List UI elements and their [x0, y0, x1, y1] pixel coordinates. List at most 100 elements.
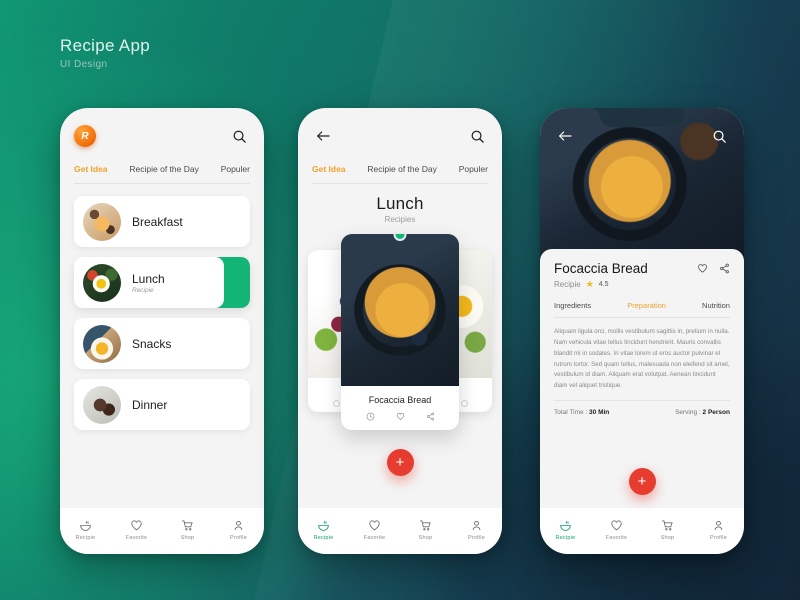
food-thumbnail-icon [83, 263, 121, 302]
nav-item-shop[interactable]: Shop [406, 519, 446, 541]
total-time-value: 30 Min [589, 409, 610, 417]
serving-label: Serving : [675, 409, 701, 417]
top-bar [298, 108, 502, 164]
tab-get-idea[interactable]: Get Idea [74, 164, 108, 174]
tab-populer[interactable]: Populer [221, 164, 250, 174]
nav-label: Shop [418, 534, 433, 541]
detail-action-row [697, 261, 730, 274]
bottom-navigation: Recipie Favorite Shop Profile [60, 508, 264, 554]
nav-label: Profile [710, 534, 727, 541]
share-icon[interactable] [719, 263, 730, 274]
food-thumbnail-icon [83, 385, 121, 424]
food-thumbnail-icon [83, 202, 121, 241]
tab-bar: Get Idea Recipie of the Day Populer [298, 164, 502, 183]
recipe-title: Focaccia Bread [554, 261, 648, 276]
screen-recipe-detail: Focaccia Bread Recipie ★ 4.5 Ingredients… [540, 108, 744, 554]
total-time-stat: Total Time : 30 Min [554, 409, 609, 416]
nav-item-recipie[interactable]: Recipie [66, 519, 106, 541]
list-item-label: Breakfast [132, 214, 183, 229]
app-logo-icon[interactable]: R [74, 125, 96, 147]
tab-get-idea[interactable]: Get Idea [312, 164, 346, 174]
nav-item-favorite[interactable]: Favorite [355, 519, 395, 541]
search-icon[interactable] [708, 125, 730, 147]
serving-stat: Serving : 2 Person [675, 409, 730, 416]
bottom-navigation: Recipie Favorite Shop Profile [298, 508, 502, 554]
nav-label: Favorite [125, 534, 148, 541]
rating-value: 4.5 [598, 281, 609, 288]
nav-item-shop[interactable]: Shop [648, 519, 688, 541]
nav-label: Recipie [75, 534, 96, 541]
page-heading: Lunch Recipies [298, 184, 502, 224]
list-item-breakfast[interactable]: Breakfast [74, 196, 250, 247]
detail-tab-bar: Ingredients Preparation Nutrition [554, 301, 730, 310]
clock-icon[interactable] [366, 412, 375, 421]
top-bar: R [60, 108, 264, 164]
page-title: Recipe App [60, 36, 150, 55]
list-item-snacks[interactable]: Snacks [74, 318, 250, 369]
brand-header: Recipe App UI Design [60, 36, 150, 70]
detail-panel: Focaccia Bread Recipie ★ 4.5 Ingredients… [540, 249, 744, 508]
food-image [341, 234, 459, 386]
list-item-sublabel: Recipie [132, 286, 154, 294]
heart-icon[interactable] [396, 412, 405, 421]
nav-label: Shop [660, 534, 675, 541]
recipe-meta: Recipie ★ 4.5 [554, 279, 648, 290]
list-item-lunch[interactable]: Enter Lunch Recipie [74, 257, 250, 308]
nav-item-favorite[interactable]: Favorite [597, 519, 637, 541]
tab-ingredients[interactable]: Ingredients [554, 301, 591, 310]
detail-header: Focaccia Bread Recipie ★ 4.5 [554, 261, 730, 290]
back-arrow-icon[interactable] [312, 125, 334, 147]
star-icon: ★ [585, 279, 594, 289]
recipe-title: Focaccia Bread [368, 395, 432, 405]
screen-home: R Get Idea Recipie of the Day Populer Br… [60, 108, 264, 554]
bottom-navigation: Recipie Favorite Shop Profile [540, 508, 744, 554]
share-icon [460, 400, 468, 407]
nav-item-profile[interactable]: Profile [699, 519, 739, 541]
serving-value: 2 Person [702, 409, 730, 417]
tab-populer[interactable]: Populer [459, 164, 488, 174]
tab-recipe-of-the-day[interactable]: Recipie of the Day [129, 164, 198, 174]
nav-item-shop[interactable]: Shop [168, 519, 208, 541]
heart-icon[interactable] [697, 263, 708, 274]
tab-preparation[interactable]: Preparation [627, 301, 666, 310]
category-title: Lunch [376, 194, 424, 213]
share-icon[interactable] [426, 412, 435, 421]
list-item-label: Dinner [132, 397, 168, 412]
nav-label: Recipie [313, 534, 334, 541]
phone-mockup-home: R Get Idea Recipie of the Day Populer Br… [60, 108, 264, 554]
nav-item-profile[interactable]: Profile [457, 519, 497, 541]
list-item-label: Snacks [132, 336, 172, 351]
tab-bar: Get Idea Recipie of the Day Populer [60, 164, 264, 183]
carousel-card-active[interactable]: Focaccia Bread [341, 234, 459, 430]
tab-nutrition[interactable]: Nutrition [702, 301, 730, 310]
food-thumbnail-icon [83, 324, 121, 363]
phone-mockup-detail: Focaccia Bread Recipie ★ 4.5 Ingredients… [540, 108, 744, 554]
nav-item-recipie[interactable]: Recipie [304, 519, 344, 541]
nav-label: Favorite [605, 534, 628, 541]
recipe-carousel: Focaccia Bread [298, 234, 502, 430]
top-bar [540, 108, 744, 164]
nav-label: Recipie [555, 534, 576, 541]
back-arrow-icon[interactable] [554, 125, 576, 147]
nav-item-favorite[interactable]: Favorite [117, 519, 157, 541]
fab-container: + [298, 449, 502, 489]
search-icon[interactable] [466, 125, 488, 147]
recipe-description: Aliquam ligula orci, mollis vestibulum s… [554, 328, 730, 390]
nav-label: Favorite [363, 534, 386, 541]
search-icon[interactable] [228, 125, 250, 147]
recipe-meta-label: Recipie [554, 280, 581, 289]
add-recipe-button[interactable]: + [386, 449, 414, 476]
screen-lunch-list: Get Idea Recipie of the Day Populer Lunc… [298, 108, 502, 554]
hero-image [540, 108, 744, 260]
fab-container: + [554, 468, 730, 508]
phone-mockup-category: Get Idea Recipie of the Day Populer Lunc… [298, 108, 502, 554]
tab-recipe-of-the-day[interactable]: Recipie of the Day [367, 164, 436, 174]
total-time-label: Total Time : [554, 409, 588, 417]
list-item-label: Lunch [132, 271, 165, 286]
list-item-dinner[interactable]: Dinner [74, 379, 250, 430]
nav-label: Profile [230, 534, 247, 541]
nav-item-recipie[interactable]: Recipie [546, 519, 586, 541]
nav-label: Profile [468, 534, 485, 541]
nav-item-profile[interactable]: Profile [219, 519, 259, 541]
add-recipe-button[interactable]: + [628, 468, 656, 495]
